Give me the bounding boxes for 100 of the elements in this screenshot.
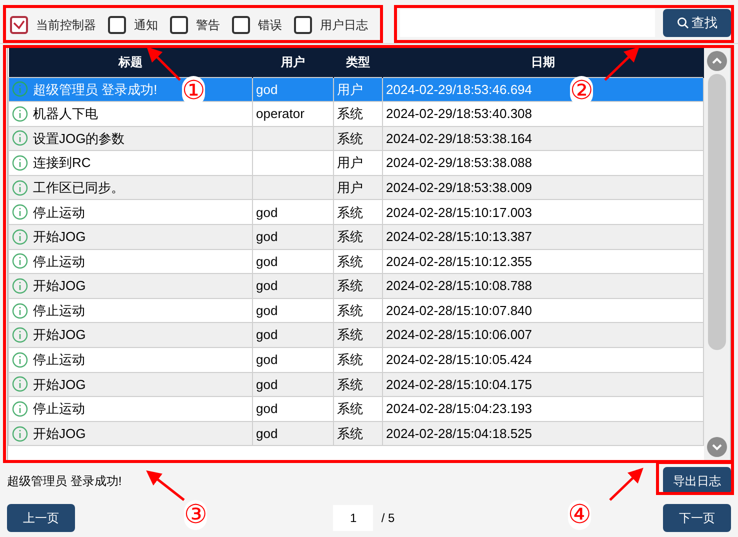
table-cell-text: 设置JOG的参数 — [33, 130, 125, 148]
table-cell-text: 工作区已同步。 — [33, 178, 124, 197]
checkbox[interactable] — [108, 16, 126, 34]
table-cell: 2024-02-28/15:04:18.525 — [386, 426, 532, 441]
table-row[interactable]: 连接到RC 用户 2024-02-29/18:53:38.088 — [8, 150, 704, 176]
table-cell-text: 开始JOG — [33, 228, 86, 246]
checkbox-label[interactable]: 警告 — [196, 16, 220, 34]
search-field[interactable] — [400, 8, 655, 36]
checkbox[interactable] — [170, 16, 188, 34]
table-row[interactable]: 开始JOG god 系统 2024-02-28/15:10:13.387 — [8, 224, 704, 250]
page-total: / 5 — [381, 510, 395, 527]
table-cell: 2024-02-28/15:10:08.788 — [386, 278, 532, 294]
table-cell: 系统 — [337, 376, 363, 392]
table-cell: 2024-02-29/18:53:46.694 — [386, 82, 532, 97]
table-cell: god — [256, 82, 278, 97]
table-cell: god — [256, 278, 278, 294]
search-button[interactable]: 查找 — [663, 8, 731, 36]
scrollbar[interactable] — [704, 48, 730, 460]
check-icon — [13, 20, 25, 30]
info-icon — [12, 130, 28, 146]
info-icon — [12, 228, 28, 245]
table-cell: god — [256, 426, 278, 441]
checkbox[interactable] — [232, 16, 250, 34]
table-cell: god — [256, 401, 278, 416]
checkbox[interactable] — [10, 16, 28, 34]
column-header: 类型 — [334, 48, 382, 77]
table-cell: 系统 — [337, 254, 363, 269]
info-icon — [12, 106, 28, 122]
table-cell: god — [256, 204, 278, 220]
table-cell-text: 停止运动 — [33, 204, 85, 222]
search-icon — [676, 16, 688, 28]
info-icon — [12, 278, 28, 294]
table-row[interactable]: 停止运动 god 系统 2024-02-28/15:10:07.840 — [8, 298, 704, 323]
table-row[interactable]: 机器人下电 operator 系统 2024-02-29/18:53:40.308 — [8, 102, 704, 126]
info-icon — [12, 81, 28, 98]
annotation-arrow — [609, 468, 644, 501]
info-icon — [12, 302, 28, 319]
table-cell: god — [256, 254, 278, 269]
table-cell: 系统 — [337, 130, 363, 146]
table-cell: 系统 — [337, 106, 363, 122]
annotation-arrow — [146, 46, 181, 81]
table-cell: 用户 — [337, 155, 363, 170]
info-icon — [12, 253, 28, 270]
table-cell: god — [256, 352, 278, 368]
annotation-number: ④ — [568, 500, 592, 530]
table-row[interactable]: 停止运动 god 系统 2024-02-28/15:04:23.193 — [8, 396, 704, 422]
info-icon — [12, 352, 28, 368]
column-header: 用户 — [252, 48, 334, 77]
annotation-arrow — [604, 46, 640, 81]
table-row[interactable]: 开始JOG god 系统 2024-02-28/15:10:08.788 — [8, 274, 704, 298]
table-cell: 系统 — [337, 204, 363, 220]
next-page-button[interactable]: 下一页 — [663, 504, 731, 532]
scroll-up-icon[interactable] — [707, 51, 727, 71]
previous-page-button[interactable]: 上一页 — [7, 504, 75, 532]
table-cell-text: 开始JOG — [33, 277, 86, 296]
table-cell-text: 超级管理员 登录成功! — [33, 80, 158, 99]
table-row[interactable]: 工作区已同步。 用户 2024-02-29/18:53:38.009 — [8, 175, 704, 200]
table-row[interactable]: 开始JOG god 系统 2024-02-28/15:04:18.525 — [8, 421, 704, 446]
checkbox-label[interactable]: 用户日志 — [320, 16, 368, 34]
status-message: 超级管理员 登录成功! — [7, 473, 122, 490]
page-field[interactable]: 1 — [333, 505, 374, 531]
checkbox-label[interactable]: 当前控制器 — [36, 16, 96, 34]
table-cell-text: 停止运动 — [33, 351, 85, 370]
table-cell: 2024-02-28/15:10:12.355 — [386, 254, 532, 269]
info-icon — [12, 204, 28, 220]
checkbox-label[interactable]: 错误 — [258, 16, 282, 34]
table-cell: 2024-02-28/15:10:04.175 — [386, 376, 532, 392]
table-cell: god — [256, 229, 278, 244]
table-row[interactable]: 开始JOG god 系统 2024-02-28/15:10:04.175 — [8, 372, 704, 397]
table-cell: 用户 — [337, 180, 363, 195]
table-row[interactable]: 开始JOG god 系统 2024-02-28/15:10:06.007 — [8, 322, 704, 348]
checkbox[interactable] — [294, 16, 312, 34]
info-icon — [12, 327, 28, 344]
info-icon — [12, 155, 28, 172]
table-cell: 2024-02-28/15:10:07.840 — [386, 302, 532, 318]
annotation-number: ③ — [184, 500, 208, 530]
table-cell: god — [256, 376, 278, 392]
table-cell-text: 连接到RC — [33, 154, 91, 172]
table-row[interactable]: 停止运动 god 系统 2024-02-28/15:10:05.424 — [8, 348, 704, 372]
table-cell: 系统 — [337, 327, 363, 342]
scroll-down-icon[interactable] — [707, 437, 727, 457]
table-cell: 2024-02-28/15:10:05.424 — [386, 352, 532, 368]
table-row[interactable]: 停止运动 god 系统 2024-02-28/15:10:17.003 — [8, 200, 704, 225]
table-cell-text: 开始JOG — [33, 424, 86, 443]
table-cell: god — [256, 327, 278, 342]
table-row[interactable]: 停止运动 god 系统 2024-02-28/15:10:12.355 — [8, 249, 704, 274]
info-icon — [12, 426, 28, 442]
annotation-arrow — [146, 470, 185, 501]
checkbox-label[interactable]: 通知 — [134, 16, 158, 34]
scroll-thumb[interactable] — [708, 74, 726, 350]
table-row[interactable]: 设置JOG的参数 系统 2024-02-29/18:53:38.164 — [8, 126, 704, 151]
table-cell: 系统 — [337, 302, 363, 318]
table-cell-text: 机器人下电 — [33, 105, 98, 124]
info-icon — [12, 376, 28, 392]
table-cell: 系统 — [337, 229, 363, 244]
table-cell-text: 停止运动 — [33, 252, 85, 271]
table-cell: god — [256, 302, 278, 318]
info-icon — [12, 180, 28, 196]
table-cell-text: 停止运动 — [33, 400, 85, 418]
table-cell: 2024-02-28/15:10:17.003 — [386, 204, 532, 220]
